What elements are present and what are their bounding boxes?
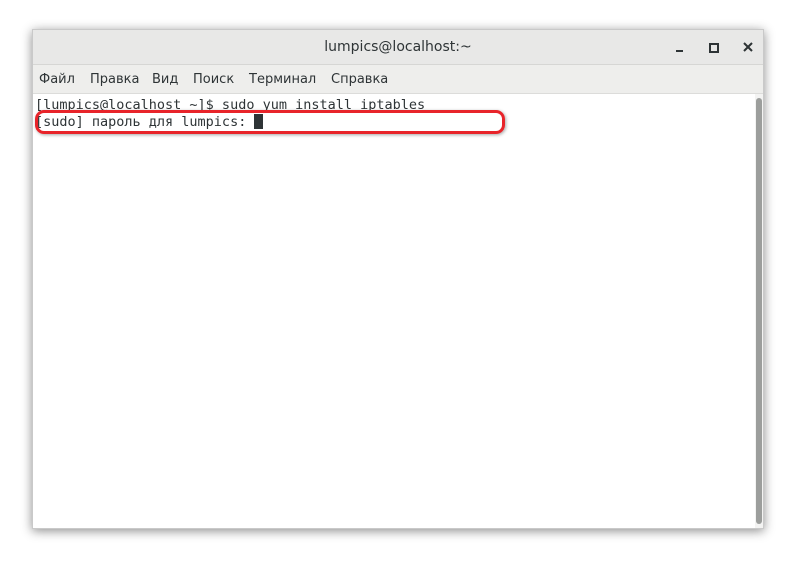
scrollbar-thumb[interactable] [756,98,762,524]
window-title: lumpics@localhost:~ [324,39,472,55]
minimize-icon[interactable] [671,38,689,56]
menu-edit[interactable]: Правка [90,72,139,87]
menu-file[interactable]: Файл [39,72,75,87]
menu-help[interactable]: Справка [331,72,388,87]
menu-search[interactable]: Поиск [193,72,234,87]
menu-view[interactable]: Вид [152,72,178,87]
menubar: Файл Правка Вид Поиск Терминал Справка [33,65,763,94]
close-icon[interactable] [739,38,757,56]
maximize-icon[interactable] [705,38,723,56]
titlebar[interactable]: lumpics@localhost:~ [33,30,763,65]
scrollbar[interactable] [755,94,763,528]
menu-terminal[interactable]: Терминал [249,72,316,87]
terminal-output[interactable]: [lumpics@localhost ~]$ sudo yum install … [33,94,755,528]
terminal-window: lumpics@localhost:~ Файл Правка Вид Поис… [32,29,764,529]
highlight-annotation [35,110,505,134]
